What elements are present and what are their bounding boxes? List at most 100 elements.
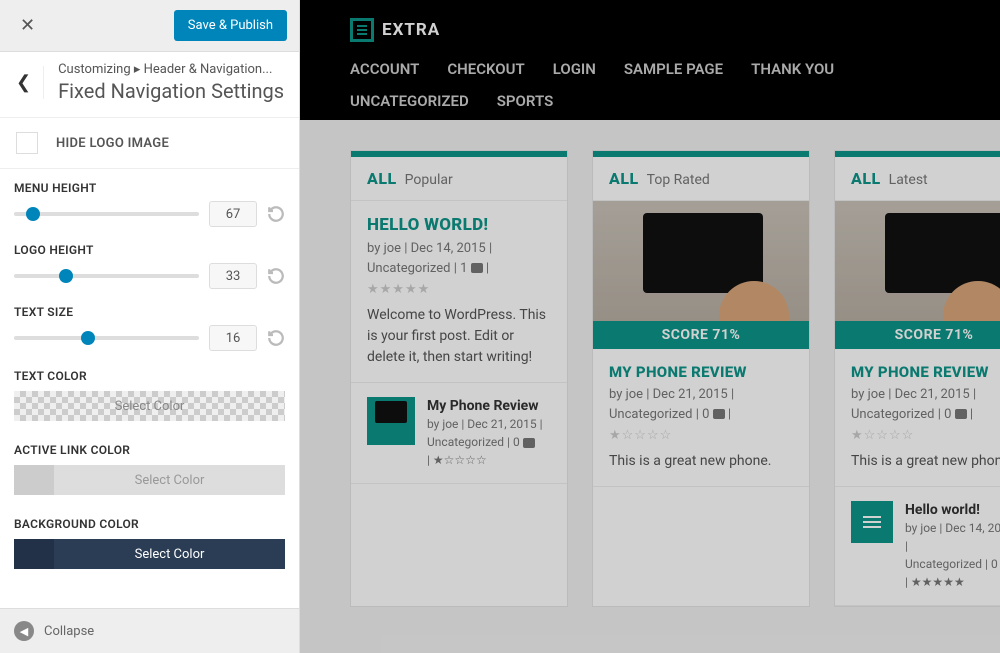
nav-item[interactable]: THANK YOU bbox=[751, 60, 834, 78]
sidebar-footer[interactable]: ◀ Collapse bbox=[0, 608, 299, 653]
post-item[interactable]: Hello world! by joe | Dec 14, 2015 | Unc… bbox=[835, 487, 1000, 606]
column-header[interactable]: ALL Latest bbox=[835, 151, 1000, 201]
column-all-label: ALL bbox=[609, 169, 639, 188]
text-size-control: TEXT SIZE bbox=[0, 293, 299, 355]
post-thumbnail bbox=[367, 397, 415, 445]
rating-stars: | ★★★★★ bbox=[905, 573, 1000, 591]
score-badge: SCORE 71% bbox=[593, 321, 809, 349]
column-latest: ALL Latest SCORE 71% MY PHONE REVIEW by … bbox=[834, 150, 1000, 607]
breadcrumb-section[interactable]: Header & Navigation... bbox=[144, 62, 273, 77]
content-columns: ALL Popular HELLO WORLD! by joe | Dec 14… bbox=[300, 120, 1000, 637]
logo-height-label: LOGO HEIGHT bbox=[14, 243, 285, 257]
reset-icon[interactable] bbox=[267, 205, 285, 223]
color-swatch bbox=[14, 539, 54, 569]
menu-height-slider[interactable] bbox=[14, 212, 199, 216]
column-popular: ALL Popular HELLO WORLD! by joe | Dec 14… bbox=[350, 150, 568, 607]
background-color-button[interactable]: Select Color bbox=[14, 539, 285, 569]
post-meta: by joe | Dec 21, 2015 | bbox=[427, 415, 543, 433]
post-meta: by joe | Dec 14, 2015 | bbox=[905, 519, 1000, 555]
logo-height-slider[interactable] bbox=[14, 274, 199, 278]
collapse-icon[interactable]: ◀ bbox=[14, 621, 34, 641]
menu-height-control: MENU HEIGHT bbox=[0, 169, 299, 231]
rating-stars: ★★★★★ bbox=[367, 282, 551, 297]
site-logo[interactable]: EXTRA bbox=[350, 18, 950, 42]
logo-height-input[interactable] bbox=[209, 263, 257, 289]
post-excerpt: This is a great new phone. bbox=[851, 451, 1000, 472]
post-meta: Uncategorized | 0 | bbox=[609, 405, 793, 425]
text-color-button[interactable]: Select Color bbox=[14, 391, 285, 421]
text-size-slider[interactable] bbox=[14, 336, 199, 340]
post-excerpt: Welcome to WordPress. This is your first… bbox=[367, 305, 551, 368]
post-title[interactable]: MY PHONE REVIEW bbox=[609, 363, 793, 381]
hide-logo-checkbox[interactable] bbox=[16, 132, 38, 154]
post-title[interactable]: Hello world! bbox=[905, 501, 1000, 519]
chevron-right-icon: ▸ bbox=[134, 62, 144, 77]
column-header[interactable]: ALL Popular bbox=[351, 151, 567, 201]
panel-title: Fixed Navigation Settings bbox=[58, 79, 284, 103]
rating-stars: ★☆☆☆☆ bbox=[609, 428, 793, 443]
site-preview: EXTRA ACCOUNT CHECKOUT LOGIN SAMPLE PAGE… bbox=[300, 0, 1000, 653]
post-item[interactable]: HELLO WORLD! by joe | Dec 14, 2015 | Unc… bbox=[351, 201, 567, 383]
hide-logo-option[interactable]: HIDE LOGO IMAGE bbox=[0, 118, 299, 169]
comment-icon bbox=[471, 263, 483, 273]
site-header: EXTRA ACCOUNT CHECKOUT LOGIN SAMPLE PAGE… bbox=[300, 0, 1000, 120]
logo-height-control: LOGO HEIGHT bbox=[0, 231, 299, 293]
post-meta: Uncategorized | 0 bbox=[905, 555, 1000, 573]
nav-item[interactable]: LOGIN bbox=[553, 60, 596, 78]
reset-icon[interactable] bbox=[267, 329, 285, 347]
post-hero-image[interactable] bbox=[835, 201, 1000, 321]
menu-height-label: MENU HEIGHT bbox=[14, 181, 285, 195]
post-meta: Uncategorized | 0 | bbox=[851, 405, 1000, 425]
score-badge: SCORE 71% bbox=[835, 321, 1000, 349]
color-swatch bbox=[14, 391, 54, 421]
rating-stars: ★☆☆☆☆ bbox=[851, 428, 1000, 443]
breadcrumb: Customizing ▸ Header & Navigation... bbox=[58, 62, 284, 77]
column-all-label: ALL bbox=[851, 169, 881, 188]
reset-icon[interactable] bbox=[267, 267, 285, 285]
post-meta: by joe | Dec 21, 2015 | bbox=[609, 385, 793, 405]
post-meta: Uncategorized | 1 | bbox=[367, 259, 551, 279]
text-color-label: TEXT COLOR bbox=[14, 369, 285, 383]
background-color-control: BACKGROUND COLOR Select Color bbox=[0, 503, 299, 577]
column-header[interactable]: ALL Top Rated bbox=[593, 151, 809, 201]
post-title[interactable]: HELLO WORLD! bbox=[367, 215, 551, 235]
post-hero-image[interactable] bbox=[593, 201, 809, 321]
color-swatch bbox=[14, 465, 54, 495]
active-link-color-button[interactable]: Select Color bbox=[14, 465, 285, 495]
text-size-input[interactable] bbox=[209, 325, 257, 351]
post-item[interactable]: MY PHONE REVIEW by joe | Dec 21, 2015 | … bbox=[835, 349, 1000, 487]
post-excerpt: This is a great new phone. bbox=[609, 451, 793, 472]
post-title[interactable]: MY PHONE REVIEW bbox=[851, 363, 1000, 381]
background-color-label: BACKGROUND COLOR bbox=[14, 517, 285, 531]
post-item[interactable]: My Phone Review by joe | Dec 21, 2015 | … bbox=[351, 383, 567, 484]
sidebar-topbar: ✕ Save & Publish bbox=[0, 0, 299, 52]
back-icon[interactable]: ❮ bbox=[12, 66, 44, 99]
customizer-sidebar: ✕ Save & Publish ❮ Customizing ▸ Header … bbox=[0, 0, 300, 653]
nav-item[interactable]: CHECKOUT bbox=[447, 60, 524, 78]
active-link-color-label: ACTIVE LINK COLOR bbox=[14, 443, 285, 457]
column-sub-label: Latest bbox=[889, 172, 928, 188]
comment-icon bbox=[713, 409, 725, 419]
text-size-label: TEXT SIZE bbox=[14, 305, 285, 319]
close-icon[interactable]: ✕ bbox=[12, 11, 43, 40]
nav-item[interactable]: SAMPLE PAGE bbox=[624, 60, 723, 78]
nav-item[interactable]: UNCATEGORIZED bbox=[350, 92, 469, 110]
post-thumbnail bbox=[851, 501, 893, 543]
hide-logo-label: HIDE LOGO IMAGE bbox=[56, 136, 169, 151]
nav-item[interactable]: SPORTS bbox=[497, 92, 553, 110]
post-item[interactable]: MY PHONE REVIEW by joe | Dec 21, 2015 | … bbox=[593, 349, 809, 487]
collapse-label: Collapse bbox=[44, 624, 94, 639]
post-meta: Uncategorized | 0 bbox=[427, 433, 543, 451]
logo-text: EXTRA bbox=[382, 20, 440, 40]
breadcrumb-root[interactable]: Customizing bbox=[58, 62, 131, 77]
sidebar-header: ❮ Customizing ▸ Header & Navigation... F… bbox=[0, 52, 299, 118]
text-color-control: TEXT COLOR Select Color bbox=[0, 355, 299, 429]
column-sub-label: Top Rated bbox=[647, 172, 710, 188]
rating-stars: | ★☆☆☆☆ bbox=[427, 451, 543, 469]
menu-height-input[interactable] bbox=[209, 201, 257, 227]
main-nav: ACCOUNT CHECKOUT LOGIN SAMPLE PAGE THANK… bbox=[350, 60, 950, 110]
column-top-rated: ALL Top Rated SCORE 71% MY PHONE REVIEW … bbox=[592, 150, 810, 607]
save-publish-button[interactable]: Save & Publish bbox=[174, 10, 287, 41]
nav-item[interactable]: ACCOUNT bbox=[350, 60, 419, 78]
post-title[interactable]: My Phone Review bbox=[427, 397, 543, 415]
